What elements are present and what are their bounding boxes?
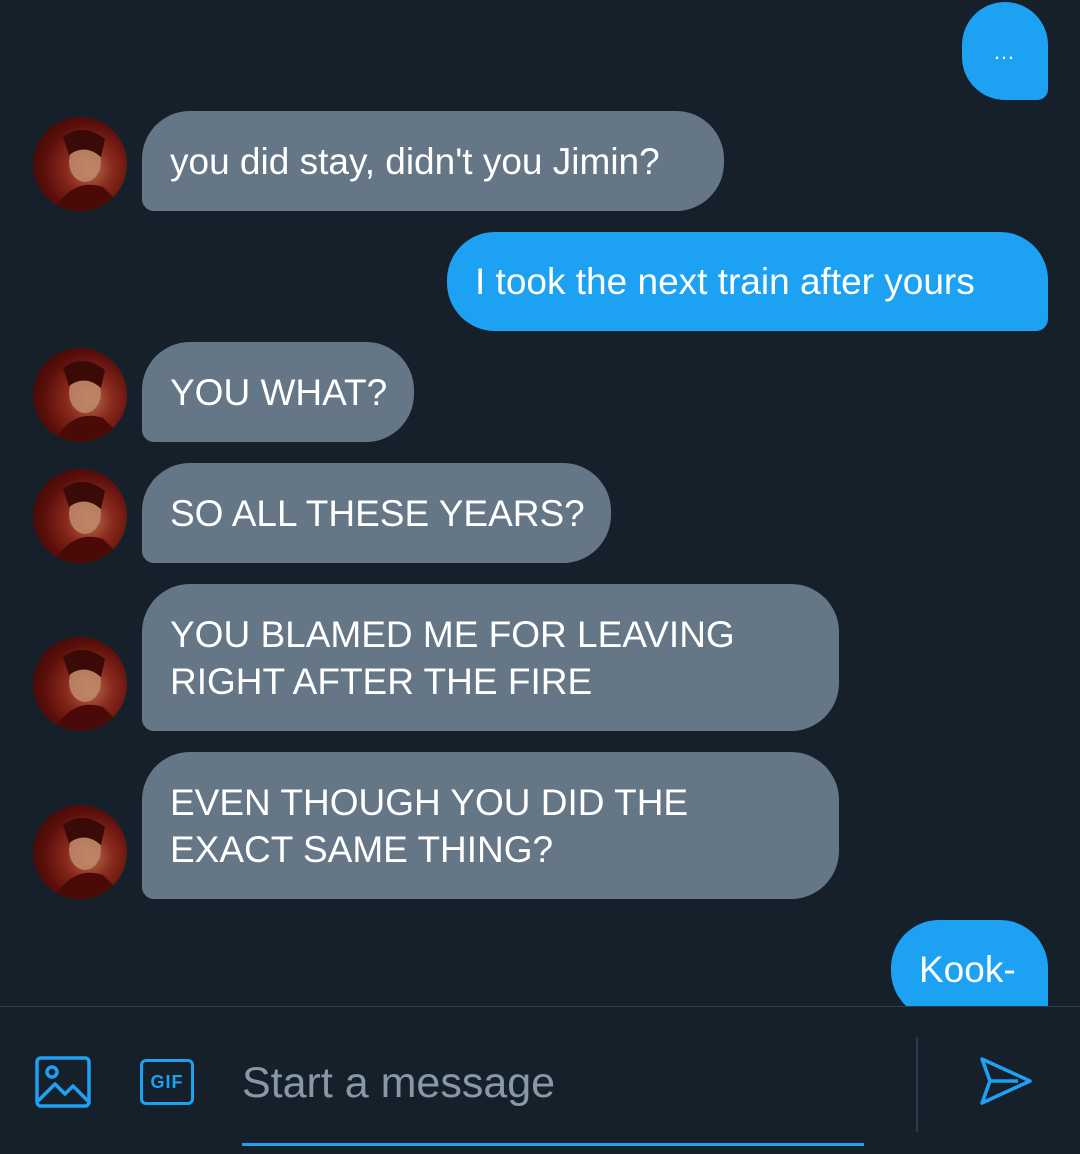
received-message-bubble[interactable]: SO ALL THESE YEARS? [142,463,611,563]
avatar-photo [53,129,127,211]
received-message-bubble[interactable]: YOU BLAMED ME FOR LEAVING RIGHT AFTER TH… [142,584,839,731]
avatar[interactable] [33,637,127,731]
sent-message-bubble[interactable]: … [962,2,1048,100]
composer-separator [916,1037,918,1132]
received-message-bubble[interactable]: YOU WHAT? [142,342,414,442]
avatar-photo [53,481,127,563]
message-text-line: RIGHT AFTER THE FIRE [170,660,593,702]
message-text: … [993,38,1017,64]
message-input[interactable] [242,1047,864,1119]
received-message-bubble[interactable]: EVEN THOUGH YOU DID THE EXACT SAME THING… [142,752,839,899]
message-text: SO ALL THESE YEARS? [170,492,585,534]
avatar-photo [53,817,127,899]
add-photo-button[interactable] [34,1055,92,1109]
dm-conversation-screen: … you did stay, didn't you Jimin? I took… [0,0,1080,1154]
gif-button[interactable]: GIF [138,1055,196,1109]
message-text-line: YOU BLAMED ME FOR LEAVING [170,613,735,655]
image-icon [35,1056,91,1108]
avatar[interactable] [33,469,127,563]
message-list[interactable]: … you did stay, didn't you Jimin? I took… [0,0,1080,1006]
avatar[interactable] [33,117,127,211]
avatar[interactable] [33,348,127,442]
message-text: I took the next train after yours [475,261,975,302]
send-button[interactable] [974,1051,1038,1111]
gif-icon: GIF [140,1059,194,1105]
message-text: Kook- [919,949,1016,990]
avatar-photo [53,360,127,442]
avatar[interactable] [33,805,127,899]
message-text-line: EVEN THOUGH YOU DID THE [170,781,689,823]
message-input-wrapper [242,1047,864,1146]
sent-message-bubble[interactable]: I took the next train after yours [447,232,1048,331]
received-message-bubble[interactable]: you did stay, didn't you Jimin? [142,111,724,211]
message-composer: GIF [0,1007,1080,1154]
input-underline [242,1143,864,1146]
send-icon [980,1057,1032,1105]
message-text: you did stay, didn't you Jimin? [170,140,660,182]
avatar-photo [53,649,127,731]
gif-label: GIF [150,1071,184,1092]
sent-message-bubble[interactable]: Kook- [891,920,1048,1006]
message-text-line: EXACT SAME THING? [170,828,554,870]
message-text: YOU WHAT? [170,371,388,413]
